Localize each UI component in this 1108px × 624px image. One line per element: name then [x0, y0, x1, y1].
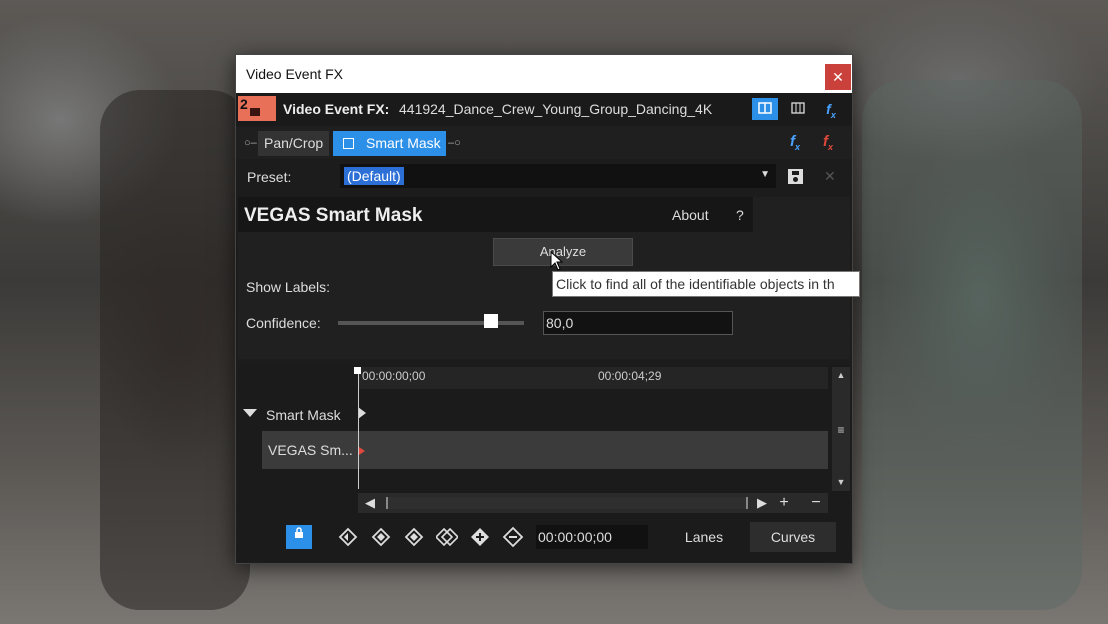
track-icon: [250, 108, 260, 116]
delete-preset-button: ✕: [824, 168, 836, 184]
track-badge: 2: [238, 96, 276, 121]
mouse-cursor-icon: [550, 251, 564, 271]
preset-value: (Default): [344, 167, 404, 185]
track-label: Smart Mask: [266, 407, 341, 423]
analyze-tooltip: Click to find all of the identifiable ob…: [552, 271, 860, 297]
columns-icon: [791, 102, 805, 114]
scroll-down-icon[interactable]: ▼: [832, 477, 850, 487]
background-dancer-left: [100, 90, 250, 610]
plugin-name: VEGAS Smart Mask: [244, 205, 423, 226]
chain-item-label: Pan/Crop: [264, 135, 324, 151]
curves-button[interactable]: Curves: [750, 522, 836, 552]
scroll-left-icon[interactable]: ◀: [360, 493, 380, 513]
last-keyframe-icon[interactable]: [436, 526, 458, 548]
next-keyframe-icon[interactable]: [403, 526, 425, 548]
add-keyframe-icon[interactable]: [469, 526, 491, 548]
fx-header-label: Video Event FX:: [283, 101, 390, 117]
horizontal-scroll-thumb[interactable]: [386, 497, 748, 509]
ruler-time-mid: 00:00:04;29: [598, 369, 662, 383]
confidence-label: Confidence:: [246, 315, 321, 331]
save-preset-button[interactable]: [788, 169, 803, 184]
keyframe-marker-red-icon[interactable]: [359, 447, 365, 455]
window-title: Video Event FX: [246, 66, 344, 82]
zoom-out-button[interactable]: −: [806, 493, 826, 513]
scroll-grip-icon[interactable]: ≡: [832, 423, 850, 437]
lanes-button[interactable]: Lanes: [674, 522, 734, 552]
confidence-input[interactable]: 80,0: [543, 311, 733, 335]
video-event-fx-window: Video Event FX ✕ 2 Video Event FX: 44192…: [235, 54, 853, 564]
preset-label: Preset:: [247, 169, 292, 185]
chain-end-connector-icon: –○: [448, 137, 461, 149]
chain-start-connector-icon: ○–: [244, 137, 257, 149]
lock-button[interactable]: [286, 525, 312, 549]
sub-track-row[interactable]: VEGAS Sm...: [262, 431, 828, 469]
zoom-in-button[interactable]: +: [774, 493, 794, 513]
save-icon-dot: [793, 177, 798, 182]
collapse-triangle-icon[interactable]: [243, 409, 257, 417]
ruler-time-start: 00:00:00;00: [362, 369, 426, 383]
about-button[interactable]: About: [672, 207, 709, 223]
playhead-cursor[interactable]: [358, 367, 359, 489]
help-button[interactable]: ?: [736, 207, 744, 223]
horizontal-scrollbar[interactable]: ◀ ▶ + −: [358, 493, 828, 513]
show-labels-label: Show Labels:: [246, 279, 331, 295]
scroll-right-icon[interactable]: ▶: [752, 493, 772, 513]
delete-keyframe-icon[interactable]: [502, 526, 524, 548]
vertical-scrollbar[interactable]: ▲ ≡ ▼: [832, 367, 850, 491]
chain-item-pan-crop[interactable]: Pan/Crop: [258, 131, 330, 156]
split-view-button[interactable]: [752, 98, 778, 120]
background-dancer-right: [862, 80, 1082, 610]
fx-header: 2 Video Event FX: 441924_Dance_Crew_Youn…: [236, 93, 852, 125]
plugin-header: VEGAS Smart Mask About ?: [238, 197, 753, 232]
remove-fx-button[interactable]: fx: [823, 133, 833, 152]
close-button[interactable]: ✕: [825, 64, 851, 90]
add-fx-button[interactable]: fx: [818, 98, 844, 120]
keyframe-marker-icon[interactable]: [358, 407, 366, 419]
fx-chain: ○– Pan/Crop Smart Mask –○ fx fx: [236, 127, 852, 159]
chain-item-label: Smart Mask: [366, 135, 441, 151]
keyframe-timecode[interactable]: 00:00:00;00: [536, 525, 648, 549]
scroll-up-icon[interactable]: ▲: [832, 370, 850, 380]
track-header-smart-mask[interactable]: Smart Mask: [238, 399, 358, 429]
prev-keyframe-icon[interactable]: [370, 526, 392, 548]
fx-header-file-name: 441924_Dance_Crew_Young_Group_Dancing_4K: [399, 101, 713, 117]
save-icon: [792, 171, 799, 175]
playhead-handle[interactable]: [354, 367, 361, 374]
track-number: 2: [240, 96, 248, 112]
keyframe-timeline: 00:00:00;00 00:00:04;29 Smart Mask VEGAS…: [238, 365, 850, 561]
lock-icon: [295, 527, 303, 538]
chevron-down-icon: ▼: [760, 169, 770, 180]
first-keyframe-icon[interactable]: [337, 526, 359, 548]
plugin-bypass-icon: [343, 138, 354, 149]
confidence-slider-thumb[interactable]: [483, 314, 498, 328]
preset-row: Preset: (Default) ▼ ✕: [236, 161, 852, 191]
preset-dropdown[interactable]: (Default) ▼: [340, 164, 776, 188]
time-ruler[interactable]: 00:00:00;00 00:00:04;29: [358, 367, 828, 389]
title-bar[interactable]: Video Event FX ✕: [236, 55, 852, 93]
split-view-icon: [758, 102, 772, 114]
columns-view-button[interactable]: [785, 98, 811, 120]
sub-track-label: VEGAS Sm...: [268, 442, 353, 458]
timeline-footer: 00:00:00;00 Lanes Curves: [238, 517, 850, 559]
plugin-chain-button[interactable]: fx: [790, 133, 800, 152]
fx-plus-icon: fx: [826, 101, 836, 120]
chain-item-smart-mask[interactable]: Smart Mask: [333, 131, 446, 156]
